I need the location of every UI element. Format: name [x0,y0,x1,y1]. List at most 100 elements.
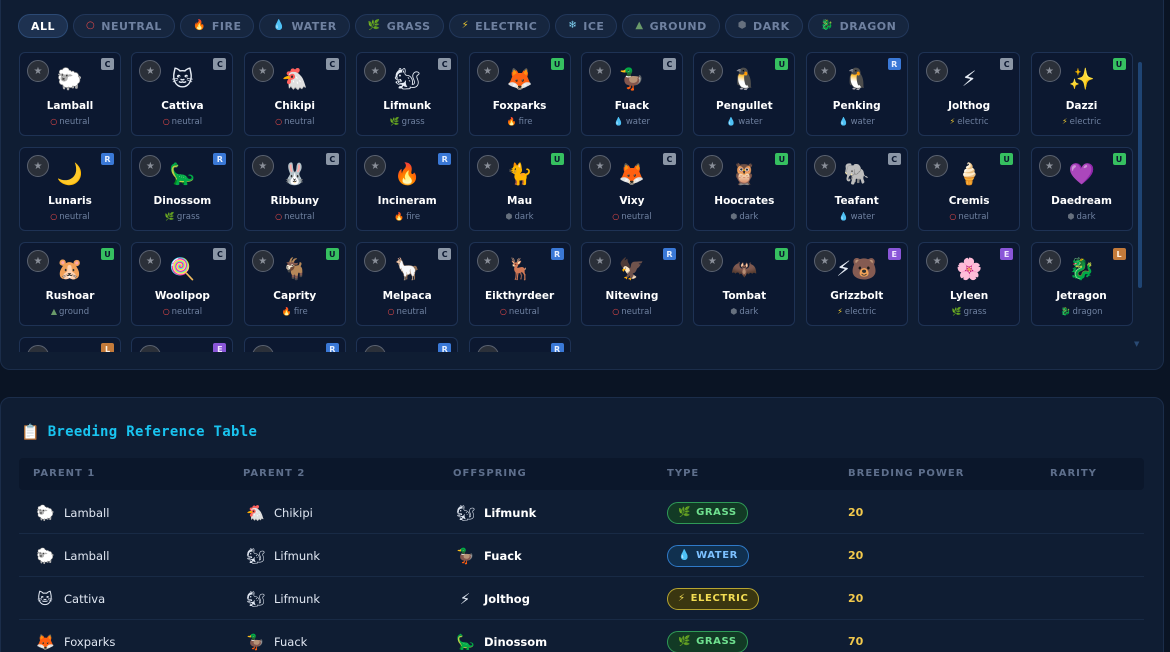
scroll-down-icon[interactable]: ▼ [1134,340,1139,348]
pal-name: Jetragon [1056,290,1107,302]
pal-card[interactable]: ★ C 🐿 Lifmunk 🌿 grass [356,52,459,136]
table-row[interactable]: 🐱 Cattiva 🐿 Lifmunk ⚡ Jolthog ⚡ ELECTRIC 20 [19,577,1144,620]
pal-card[interactable]: ★ R 🔥 Incineram 🔥 fire [356,147,459,231]
pal-card[interactable]: ★ U 🐹 Rushoar ▲ ground [19,242,121,326]
pal-card[interactable]: ★ C 🦙 Melpaca ○ neutral [356,242,459,326]
pal-type: ⚡ electric [919,117,1019,127]
pal-sprite-icon: 🦙 [394,257,421,281]
pal-avatar-icon: 🐿 [246,546,266,565]
pal-card[interactable]: ★ U 🐈 Mau ⬢ dark [468,147,571,231]
pal-card[interactable]: ★ U ✨ Dazzi ⚡ electric [1030,52,1133,136]
grass-icon: 🌿 [367,20,381,31]
col-parent-2[interactable]: PARENT 2 [243,458,305,490]
filter-chip-ice[interactable]: ❄ ICE [555,14,618,38]
pal-card[interactable]: ★ U 🦊 Foxparks 🔥 fire [468,52,571,136]
pal-card[interactable]: ★ C 🐔 Chikipi ○ neutral [243,52,346,136]
pal-card[interactable]: ★ C 🐘 Teafant 💧 water [805,147,908,231]
pal-type: ○ neutral [20,212,120,222]
col-rarity[interactable]: RARITY [1050,458,1097,490]
filter-chip-grass[interactable]: 🌿 GRASS [354,14,444,38]
pal-card[interactable]: ★ U 💜 Daedream ⬢ dark [1030,147,1133,231]
pal-sprite-icon: 🦊 [618,162,646,186]
col-parent-1[interactable]: PARENT 1 [33,458,95,490]
table-row[interactable]: 🐑 Lamball 🐿 Lifmunk 🦆 Fuack 💧 WATER 20 [19,534,1144,577]
pal-card[interactable]: ★R [468,337,571,352]
type-filter-bar: ALL ○ NEUTRAL 🔥 FIRE 💧 WATER 🌿 GRASS ⚡ ELECTRIC ❄ IC… [18,14,910,38]
pal-type-label: neutral [284,212,315,222]
grass-icon: 🌿 [951,307,962,316]
pal-name: Cattiva [161,100,204,112]
favorite-star-icon[interactable]: ★ [364,345,387,352]
favorite-star-icon[interactable]: ★ [27,345,49,352]
pal-type: 💧 water [694,117,794,127]
pal-avatar-icon: ⚡ [459,589,471,608]
pal-card[interactable]: ★ L 🐉 Jetragon 🐉 dragon [1030,242,1133,326]
filter-chip-fire[interactable]: 🔥 FIRE [179,14,255,38]
pal-card[interactable]: ★ C 🐑 Lamball ○ neutral [19,52,121,136]
breeding-table-panel: 📋 Breeding Reference Table PARENT 1 PARE… [0,397,1164,652]
pal-name: Lamball [64,548,110,563]
pal-card[interactable]: ★ C 🐰 Ribbuny ○ neutral [243,147,346,231]
filter-chip-electric[interactable]: ⚡ ELECTRIC [448,14,551,38]
pal-type-label: grass [401,117,425,127]
pal-avatar-icon: 🐱 [37,589,53,608]
table-row[interactable]: 🐑 Lamball 🐔 Chikipi 🐿 Lifmunk 🌿 GRASS 20 [19,491,1144,534]
pal-card[interactable]: ★ R 🦅 Nitewing ○ neutral [580,242,683,326]
filter-chip-dragon[interactable]: 🐉 DRAGON [807,14,910,38]
col-type[interactable]: TYPE [667,458,699,490]
favorite-star-icon[interactable]: ★ [139,345,162,352]
filter-chip-ground[interactable]: ▲ GROUND [622,14,720,38]
pal-card[interactable]: ★ C 🐱 Cattiva ○ neutral [131,52,234,136]
pal-sprite-icon: 🍭 [169,257,196,281]
dark-icon: ⬢ [730,212,738,221]
col-offspring[interactable]: OFFSPRING [453,458,527,490]
pal-type: ○ neutral [132,307,232,317]
ground-icon: ▲ [50,307,58,316]
pal-card[interactable]: ★ R 🐧 Penking 💧 water [805,52,908,136]
pal-card[interactable]: ★ C 🦆 Fuack 💧 water [580,52,683,136]
pal-sprite-icon: ⚡ [961,67,977,91]
pal-name: Hoocrates [714,195,775,207]
pal-type: ○ neutral [919,212,1019,222]
grid-scrollbar[interactable] [1138,62,1142,288]
pal-name: Lamball [46,100,94,112]
cell-type: ⚡ ELECTRIC [667,577,760,620]
pal-card[interactable]: ★E [131,337,234,352]
pal-sprite-icon: 🐉 [1068,257,1095,281]
favorite-star-icon[interactable]: ★ [251,345,274,352]
favorite-star-icon[interactable]: ★ [476,345,499,352]
pal-card[interactable]: ★ E ⚡🐻 Grizzbolt ⚡ electric [805,242,908,326]
pal-name: Incineram [377,195,437,207]
pal-card[interactable]: ★ R 🦕 Dinossom 🌿 grass [131,147,234,231]
filter-chip-all[interactable]: ALL [18,14,69,38]
breeding-power-value: 70 [848,635,864,648]
filter-chip-water[interactable]: 💧 WATER [259,14,350,38]
pal-card[interactable]: ★ U 🍦 Cremis ○ neutral [918,147,1021,231]
electric-icon: ⚡ [949,117,956,126]
cell-parent-2: 🦆 Fuack [246,620,307,652]
pal-card[interactable]: ★ U 🦇 Tombat ⬢ dark [693,242,796,326]
pal-card[interactable]: ★ C 🍭 Woolipop ○ neutral [131,242,234,326]
pal-type: ▲ ground [20,307,120,317]
pal-card[interactable]: ★ R 🌙 Lunaris ○ neutral [19,147,121,231]
pal-type: ⬢ dark [694,212,794,222]
pal-name: Pengullet [716,100,773,112]
pal-card[interactable]: ★L [19,337,121,352]
pal-card[interactable]: ★ U 🐧 Pengullet 💧 water [693,52,796,136]
table-row[interactable]: 🦊 Foxparks 🦆 Fuack 🦕 Dinossom 🌿 GRASS 70 [19,620,1144,652]
pal-card[interactable]: ★ C ⚡ Jolthog ⚡ electric [918,52,1021,136]
filter-chip-dark[interactable]: ⬢ DARK [724,14,803,38]
cell-offspring: 🐿 Lifmunk [456,491,536,534]
pal-card[interactable]: ★ E 🌸 Lyleen 🌿 grass [918,242,1021,326]
pal-card[interactable]: ★ U 🐐 Caprity 🔥 fire [243,242,346,326]
pal-card[interactable]: ★ U 🦉 Hoocrates ⬢ dark [693,147,796,231]
pal-card[interactable]: ★ C 🦊 Vixy ○ neutral [580,147,683,231]
pal-card[interactable]: ★R [243,337,346,352]
pal-card[interactable]: ★ R 🦌 Eikthyrdeer ○ neutral [468,242,571,326]
grass-icon: 🌿 [678,507,692,518]
filter-chip-neutral[interactable]: ○ NEUTRAL [73,14,175,38]
col-breeding-power[interactable]: BREEDING POWER [848,458,964,490]
pal-card[interactable]: ★R [356,337,459,352]
pal-sprite-icon: 🦇 [731,257,758,281]
pal-name: Lifmunk [484,505,537,520]
